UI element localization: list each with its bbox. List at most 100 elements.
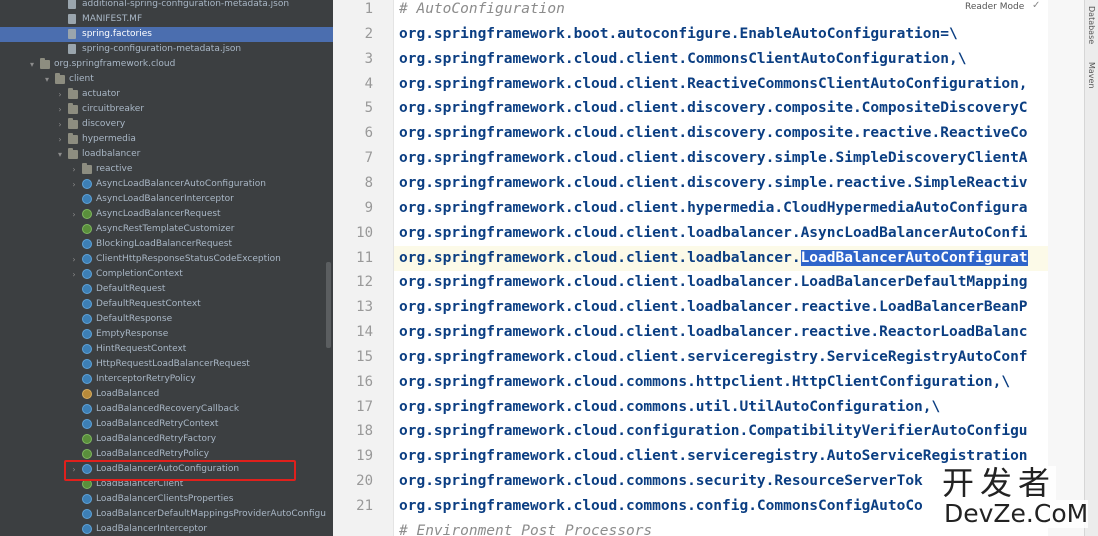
code-line[interactable]: org.springframework.cloud.commons.securi… [399, 469, 923, 494]
tree-item[interactable]: › AsyncLoadBalancerRequest [0, 207, 333, 222]
tree-item[interactable]: › ClientHttpResponseStatusCodeException [0, 252, 333, 267]
tree-item[interactable]: DefaultResponse [0, 312, 333, 327]
code-line[interactable]: org.springframework.cloud.client.discove… [399, 146, 1028, 171]
tree-item[interactable]: AsyncRestTemplateCustomizer [0, 222, 333, 237]
code-text: org.springframework.cloud.client.discove… [399, 175, 1028, 191]
chevron-right-icon[interactable]: › [55, 87, 65, 102]
code-line[interactable]: org.springframework.cloud.client.discove… [399, 96, 1028, 121]
code-text: org.springframework.cloud.client.Reactiv… [399, 76, 1028, 92]
tree-item[interactable]: LoadBalanced [0, 387, 333, 402]
tree-item[interactable]: HintRequestContext [0, 342, 333, 357]
chevron-right-icon[interactable]: › [69, 252, 79, 267]
tree-item[interactable]: LoadBalancerDefaultMappingsProviderAutoC… [0, 507, 333, 522]
package-icon [68, 103, 78, 114]
tree-scrollbar[interactable] [326, 262, 331, 348]
package-icon [68, 133, 78, 144]
chevron-down-icon[interactable]: ▾ [27, 57, 37, 72]
database-tab[interactable]: Database [1087, 6, 1096, 44]
class-icon [82, 404, 92, 414]
chevron-right-icon[interactable]: › [69, 267, 79, 282]
code-line[interactable]: org.springframework.cloud.client.service… [399, 444, 1028, 469]
class-icon [82, 374, 92, 384]
code-text: org.springframework.cloud.client.service… [399, 448, 1028, 464]
tree-item-label: org.springframework.cloud [54, 59, 176, 69]
tree-item-label: LoadBalancerInterceptor [96, 524, 208, 534]
line-number: 17 [356, 399, 373, 415]
tree-item[interactable]: LoadBalancedRetryContext [0, 417, 333, 432]
code-text: # Environment Post Processors [399, 523, 653, 536]
chevron-right-icon[interactable]: › [55, 102, 65, 117]
tree-item[interactable]: ▾ loadbalancer [0, 147, 333, 162]
code-text: org.springframework.cloud.client.loadbal… [399, 225, 1028, 241]
tree-item[interactable]: LoadBalancerClientsProperties [0, 492, 333, 507]
code-line[interactable]: org.springframework.cloud.client.loadbal… [399, 221, 1028, 246]
code-text: org.springframework.boot.autoconfigure.E… [399, 26, 958, 42]
code-line[interactable]: org.springframework.boot.autoconfigure.E… [399, 22, 958, 47]
tree-item[interactable]: › CompletionContext [0, 267, 333, 282]
code-line[interactable]: org.springframework.cloud.client.loadbal… [399, 295, 1028, 320]
code-line[interactable]: org.springframework.cloud.client.discove… [399, 171, 1028, 196]
tree-item[interactable]: InterceptorRetryPolicy [0, 372, 333, 387]
tree-item[interactable]: spring-configuration-metadata.json [0, 42, 333, 57]
chevron-right-icon[interactable]: › [69, 207, 79, 222]
tree-item-label: reactive [96, 164, 133, 174]
chevron-down-icon[interactable]: ▾ [55, 147, 65, 162]
tree-item[interactable]: DefaultRequest [0, 282, 333, 297]
reader-mode-button[interactable]: Reader Mode [961, 0, 1029, 14]
code-comment-line[interactable]: # AutoConfiguration [399, 0, 565, 22]
chevron-right-icon[interactable]: › [55, 132, 65, 147]
code-editor[interactable]: 1 2 3 4 5 6 7 8 9 10 11 12 13 14 15 16 17 18 19 20 21 # Auto… [333, 0, 1098, 536]
tree-item-label: ClientHttpResponseStatusCodeException [96, 254, 281, 264]
chevron-right-icon[interactable]: › [69, 177, 79, 192]
code-line[interactable]: org.springframework.cloud.client.service… [399, 345, 1028, 370]
chevron-right-icon[interactable]: › [69, 162, 79, 177]
package-icon [55, 73, 65, 84]
tree-item[interactable]: EmptyResponse [0, 327, 333, 342]
tree-item[interactable]: additional-spring-configuration-metadata… [0, 0, 333, 12]
code-text: org.springframework.cloud.client.hyperme… [399, 200, 1028, 216]
line-number: 12 [356, 274, 373, 290]
code-line[interactable]: org.springframework.cloud.commons.util.U… [399, 395, 940, 420]
tree-item[interactable]: › AsyncLoadBalancerAutoConfiguration [0, 177, 333, 192]
code-line[interactable]: org.springframework.cloud.client.hyperme… [399, 196, 1028, 221]
tree-item[interactable]: LoadBalancedRetryFactory [0, 432, 333, 447]
project-tree: additional-spring-configuration-metadata… [0, 0, 333, 536]
code-line[interactable]: org.springframework.cloud.client.Commons… [399, 47, 966, 72]
code-line[interactable]: org.springframework.cloud.commons.config… [399, 494, 923, 519]
tree-item[interactable]: ▾ org.springframework.cloud [0, 57, 333, 72]
chevron-down-icon[interactable]: ▾ [42, 72, 52, 87]
maven-tab[interactable]: Maven [1087, 62, 1096, 89]
tree-item[interactable]: BlockingLoadBalancerRequest [0, 237, 333, 252]
code-line[interactable]: org.springframework.cloud.client.loadbal… [399, 246, 1028, 271]
tree-item-label: LoadBalancedRecoveryCallback [96, 404, 240, 414]
code-line[interactable]: org.springframework.cloud.client.discove… [399, 121, 1028, 146]
code-line[interactable]: org.springframework.cloud.client.Reactiv… [399, 72, 1028, 97]
tree-item[interactable]: › actuator [0, 87, 333, 102]
code-comment-line[interactable]: # Environment Post Processors [399, 519, 652, 536]
tree-item[interactable]: › reactive [0, 162, 333, 177]
tree-item[interactable]: MANIFEST.MF [0, 12, 333, 27]
code-line[interactable]: org.springframework.cloud.client.loadbal… [399, 270, 1028, 295]
tree-item[interactable]: › circuitbreaker [0, 102, 333, 117]
tree-item-label: DefaultRequest [96, 284, 166, 294]
code-line[interactable]: org.springframework.cloud.client.loadbal… [399, 320, 1028, 345]
tree-item[interactable]: LoadBalancerInterceptor [0, 522, 333, 536]
code-line[interactable]: org.springframework.cloud.configuration.… [399, 419, 1028, 444]
code-text: org.springframework.cloud.client.Commons… [399, 51, 967, 67]
tree-item[interactable]: LoadBalancedRecoveryCallback [0, 402, 333, 417]
tree-item[interactable]: AsyncLoadBalancerInterceptor [0, 192, 333, 207]
factories-file-icon [68, 29, 76, 39]
line-number: 9 [364, 200, 373, 216]
editor-scroll-area [1048, 0, 1084, 536]
manifest-file-icon [68, 14, 76, 24]
code-line[interactable]: org.springframework.cloud.commons.httpcl… [399, 370, 1010, 395]
tree-item[interactable]: spring.factories [0, 27, 333, 42]
tree-item-label: LoadBalanced [96, 389, 160, 399]
tree-item[interactable]: › hypermedia [0, 132, 333, 147]
chevron-right-icon[interactable]: › [55, 117, 65, 132]
tree-item[interactable]: DefaultRequestContext [0, 297, 333, 312]
tree-item[interactable]: ▾ client [0, 72, 333, 87]
tree-item[interactable]: HttpRequestLoadBalancerRequest [0, 357, 333, 372]
tree-item[interactable]: › discovery [0, 117, 333, 132]
interface-icon [82, 224, 92, 234]
